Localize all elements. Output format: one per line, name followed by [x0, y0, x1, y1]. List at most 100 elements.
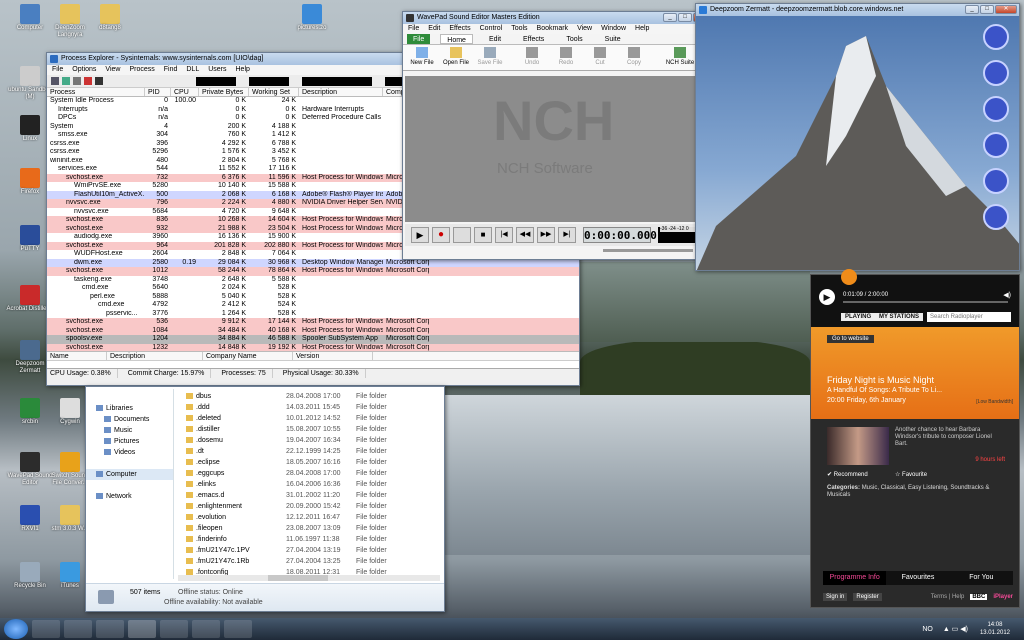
menu-item[interactable]: Window — [601, 25, 626, 33]
nav-item[interactable]: Videos — [86, 447, 173, 458]
table-row[interactable]: svchost.exe 536 9 912 K 17 144 K Host Proces… — [47, 318, 579, 327]
mountain-image[interactable] — [696, 16, 1019, 270]
register-link[interactable]: Register — [853, 593, 882, 601]
link-icon[interactable] — [983, 60, 1009, 86]
radio-tab[interactable]: For You — [950, 571, 1013, 585]
language-indicator[interactable]: NO — [922, 626, 933, 633]
volume-icon[interactable]: ◀) — [1003, 291, 1011, 299]
list-item[interactable]: .elinks 16.04.2006 16:36 File folder — [180, 479, 442, 490]
list-item[interactable]: .fmU21Y47c.1PV 27.04.2004 13:19 File folde… — [180, 545, 442, 556]
volume-slider[interactable] — [603, 249, 693, 252]
deepzoom-taskbar-icon[interactable] — [224, 620, 252, 638]
ribbon-tab[interactable]: Edit — [483, 34, 507, 44]
toolbar-button[interactable]: Copy — [619, 47, 649, 68]
horizontal-scrollbar[interactable] — [178, 575, 440, 581]
list-item[interactable]: .distiller 15.08.2007 10:55 File folder — [180, 424, 442, 435]
radio-tab[interactable]: Favourites — [886, 571, 949, 585]
menu-item[interactable]: Help — [635, 25, 649, 33]
list-item[interactable]: dbus 28.04.2008 17:00 File folder — [180, 391, 442, 402]
clock[interactable]: 14:08 13.01.2012 — [980, 621, 1010, 637]
column-header-cell[interactable]: PID — [145, 88, 171, 96]
info-icon[interactable] — [983, 96, 1009, 122]
menu-item[interactable]: Edit — [428, 25, 440, 33]
explorer-taskbar-icon[interactable] — [64, 620, 92, 638]
table-row[interactable]: spoolsv.exe 1204 34 884 K 46 588 K Spooler S… — [47, 335, 579, 344]
recommend-button[interactable]: ✔ Recommend — [827, 471, 868, 478]
search-input[interactable]: Search Radioplayer — [927, 312, 1011, 322]
play-icon[interactable]: ▶ — [819, 289, 835, 305]
rewind-start-button[interactable]: |◀ — [495, 227, 513, 243]
table-row[interactable]: svchost.exe 1084 34 484 K 40 168 K Host Proc… — [47, 326, 579, 335]
list-item[interactable]: .eclipse 18.05.2007 16:16 File folder — [180, 457, 442, 468]
media-taskbar-icon[interactable] — [96, 620, 124, 638]
stop-button[interactable]: ■ — [474, 227, 492, 243]
nav-item[interactable]: Computer — [86, 469, 173, 480]
toolbar-button[interactable]: Redo — [551, 47, 581, 68]
menu-item[interactable]: Options — [72, 66, 96, 74]
list-item[interactable]: .enlightenment 20.09.2000 15:42 File folde… — [180, 501, 442, 512]
radio-tab[interactable]: Programme Info — [823, 571, 887, 585]
table-row[interactable]: cmd.exe 5640 2 024 K 528 K — [47, 284, 579, 293]
list-item[interactable]: .eggcups 28.04.2008 17:00 File folder — [180, 468, 442, 479]
column-header-cell[interactable]: Private Bytes — [199, 88, 249, 96]
nav-item[interactable]: Libraries — [86, 403, 173, 414]
save-icon[interactable] — [51, 77, 59, 85]
record-button[interactable]: ● — [432, 227, 450, 243]
minimize-button[interactable]: _ — [965, 5, 979, 14]
menu-item[interactable]: View — [105, 66, 120, 74]
list-item[interactable]: .evolution 12.12.2011 16:47 File folder — [180, 512, 442, 523]
minimize-button[interactable]: _ — [663, 13, 677, 22]
menu-item[interactable]: Tools — [511, 25, 527, 33]
ie-taskbar-icon[interactable] — [32, 620, 60, 638]
start-button[interactable] — [4, 619, 28, 639]
play-button[interactable]: ▶ — [411, 227, 429, 243]
column-header-cell[interactable]: Process — [47, 88, 145, 96]
table-row[interactable]: taskeng.exe 3748 2 648 K 5 588 K — [47, 275, 579, 284]
menu-item[interactable]: Control — [480, 25, 503, 33]
terms-link[interactable]: Terms | Help — [931, 594, 965, 600]
table-row[interactable]: svchost.exe 1012 58 244 K 78 864 K Host Proc… — [47, 267, 579, 276]
list-item[interactable]: .finderinfo 11.06.1997 11:38 File folder — [180, 534, 442, 545]
rewind-button[interactable]: ◀◀ — [516, 227, 534, 243]
menu-item[interactable]: View — [577, 25, 592, 33]
progress-bar[interactable] — [843, 301, 1008, 303]
column-header-cell[interactable]: Working Set — [249, 88, 299, 96]
menu-item[interactable]: Find — [164, 66, 178, 74]
ribbon-tab[interactable]: Home — [440, 34, 473, 44]
table-row[interactable]: psservic... 3776 1 264 K 528 K — [47, 309, 579, 318]
ribbon-tab[interactable]: Suite — [599, 34, 627, 44]
ribbon-tab[interactable]: Tools — [560, 34, 588, 44]
bandwidth-link[interactable]: [Low Bandwidth] — [976, 399, 1013, 405]
title-bar[interactable]: WavePad Sound Editor Masters Edition _□✕ — [403, 12, 717, 24]
zoom-in-icon[interactable] — [983, 168, 1009, 194]
zoom-out-icon[interactable] — [983, 204, 1009, 230]
wavepad-taskbar-icon[interactable] — [128, 620, 156, 638]
chrome-taskbar-icon[interactable] — [160, 620, 188, 638]
refresh-icon[interactable] — [62, 77, 70, 85]
list-item[interactable]: .deleted 10.01.2012 14:52 File folder — [180, 413, 442, 424]
lower-column-header[interactable]: Description — [107, 352, 203, 360]
title-bar[interactable]: Deepzoom Zermatt - deepzoomzermatt.blob.… — [696, 4, 1019, 16]
desktop-icon[interactable]: pictures.zo — [288, 4, 336, 32]
toolbar-button[interactable]: Cut — [585, 47, 615, 68]
lower-column-header[interactable]: Company Name — [203, 352, 293, 360]
list-item[interactable]: .fmU21Y47c.1Rb 27.04.2004 13:25 File folde… — [180, 556, 442, 567]
loop-button[interactable] — [453, 227, 471, 243]
column-header-cell[interactable]: CPU — [171, 88, 199, 96]
nav-item[interactable]: Music — [86, 425, 173, 436]
table-row[interactable]: svchost.exe 1232 14 848 K 19 192 K Host Proc… — [47, 343, 579, 351]
list-item[interactable]: .dt 22.12.1999 14:25 File folder — [180, 446, 442, 457]
favourite-button[interactable]: ☆ Favourite — [895, 471, 927, 478]
ribbon-tab[interactable]: File — [407, 34, 431, 44]
lower-column-header[interactable]: Name — [47, 352, 107, 360]
column-header-cell[interactable]: Description — [299, 88, 383, 96]
maximize-button[interactable]: □ — [980, 5, 994, 14]
home-icon[interactable] — [983, 24, 1009, 50]
nav-item[interactable]: Pictures — [86, 436, 173, 447]
toolbar-button[interactable]: NCH Suite — [661, 47, 699, 68]
menu-item[interactable]: File — [52, 66, 63, 74]
menu-item[interactable]: Effects — [449, 25, 470, 33]
menu-item[interactable]: Users — [208, 66, 226, 74]
tab-playing[interactable]: PLAYING — [841, 313, 876, 321]
close-button[interactable]: ✕ — [995, 5, 1017, 14]
